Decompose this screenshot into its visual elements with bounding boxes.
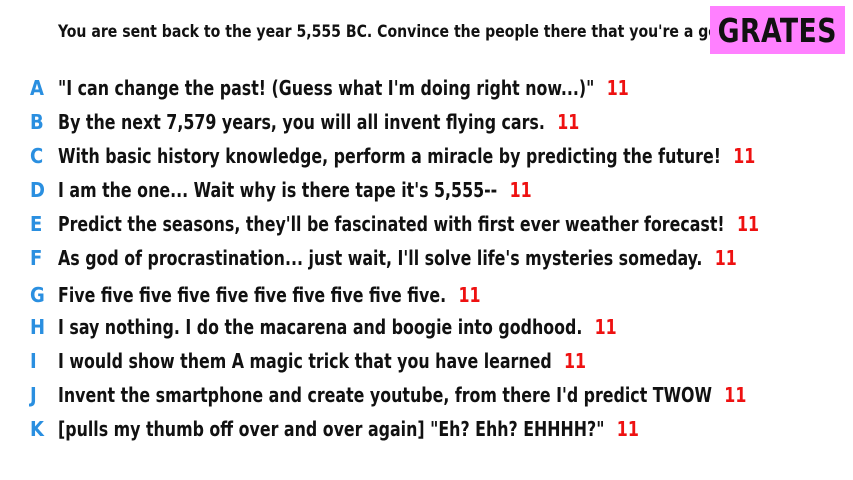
grates-badge-label: GRATES	[717, 10, 838, 50]
response-row: H I say nothing. I do the macarena and b…	[0, 312, 853, 342]
response-count: 11	[616, 417, 639, 441]
response-letter: A	[30, 76, 44, 100]
grates-badge: GRATES	[710, 6, 845, 54]
response-row: B By the next 7,579 years, you will all …	[0, 107, 853, 137]
response-text: With basic history knowledge, perform a …	[58, 144, 721, 168]
response-letter: G	[30, 283, 45, 307]
response-text: "I can change the past! (Guess what I'm …	[58, 76, 595, 100]
response-letter: F	[30, 246, 43, 270]
response-letter: I	[30, 349, 37, 373]
response-count: 11	[509, 178, 532, 202]
response-count: 11	[724, 383, 747, 407]
response-row: J Invent the smartphone and create youtu…	[0, 380, 853, 410]
prompt-text: You are sent back to the year 5,555 BC. …	[58, 22, 734, 42]
response-text: [pulls my thumb off over and over again]…	[58, 417, 605, 441]
response-row: I I would show them A magic trick that y…	[0, 346, 853, 376]
response-count: 11	[733, 144, 756, 168]
response-row: D I am the one... Wait why is there tape…	[0, 175, 853, 205]
response-text: Five five five five five five five five …	[58, 283, 447, 307]
response-text: Invent the smartphone and create youtube…	[58, 383, 712, 407]
response-text: I say nothing. I do the macarena and boo…	[58, 315, 583, 339]
response-letter: E	[30, 212, 43, 236]
response-letter: K	[30, 417, 44, 441]
response-row: G Five five five five five five five fiv…	[0, 280, 853, 310]
response-count: 11	[458, 283, 481, 307]
response-letter: J	[30, 383, 37, 407]
response-text: By the next 7,579 years, you will all in…	[58, 110, 545, 134]
response-row: C With basic history knowledge, perform …	[0, 141, 853, 171]
response-text: Predict the seasons, they'll be fascinat…	[58, 212, 725, 236]
response-count: 11	[557, 110, 580, 134]
response-row: E Predict the seasons, they'll be fascin…	[0, 209, 853, 239]
response-row: K [pulls my thumb off over and over agai…	[0, 414, 853, 444]
response-count: 11	[714, 246, 737, 270]
response-count: 11	[564, 349, 587, 373]
response-row: A "I can change the past! (Guess what I'…	[0, 73, 853, 103]
response-letter: C	[30, 144, 44, 168]
response-letter: D	[30, 178, 45, 202]
response-row: F As god of procrastination... just wait…	[0, 243, 853, 273]
response-count: 11	[736, 212, 759, 236]
response-text: As god of procrastination... just wait, …	[58, 246, 703, 270]
response-letter: B	[30, 110, 44, 134]
response-count: 11	[594, 315, 617, 339]
response-text: I am the one... Wait why is there tape i…	[58, 178, 498, 202]
response-count: 11	[606, 76, 629, 100]
response-text: I would show them A magic trick that you…	[58, 349, 552, 373]
response-letter: H	[30, 315, 46, 339]
